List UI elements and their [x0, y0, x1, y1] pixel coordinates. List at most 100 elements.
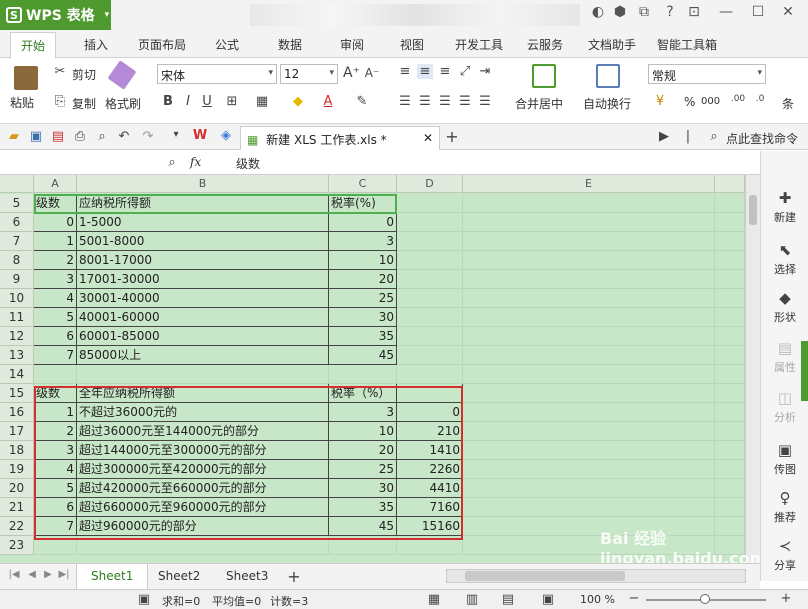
- cell-empty[interactable]: [463, 289, 715, 308]
- save-icon[interactable]: ▣: [28, 129, 44, 144]
- cell-c[interactable]: 20: [329, 270, 397, 289]
- row-header[interactable]: 21: [0, 498, 34, 517]
- row-header[interactable]: 7: [0, 232, 34, 251]
- bold-button[interactable]: B: [160, 94, 176, 109]
- side-select[interactable]: ⬉ 选择: [761, 241, 808, 277]
- column-header-c[interactable]: C: [329, 175, 397, 193]
- side-upload-image[interactable]: ▣ 传图: [761, 441, 808, 477]
- cell-empty[interactable]: [715, 422, 745, 441]
- share-icon[interactable]: ⧉: [634, 4, 654, 20]
- cell-c[interactable]: 25: [329, 289, 397, 308]
- skin-icon[interactable]: ◐: [588, 4, 608, 20]
- align-middle-icon[interactable]: ≡: [417, 64, 433, 79]
- prev-sheet-icon[interactable]: ◀: [24, 569, 40, 580]
- row-header[interactable]: 13: [0, 346, 34, 365]
- row-header[interactable]: 18: [0, 441, 34, 460]
- cut-button[interactable]: 剪切: [72, 66, 96, 83]
- close-icon[interactable]: ✕: [778, 4, 798, 20]
- cell-empty[interactable]: [463, 213, 715, 232]
- justify-icon[interactable]: ☰: [457, 94, 473, 109]
- cell-empty[interactable]: [463, 384, 715, 403]
- tab-review[interactable]: 审阅: [340, 36, 364, 53]
- number-format-select[interactable]: 常规 ▾: [648, 64, 766, 84]
- cell-empty[interactable]: [463, 365, 715, 384]
- row-header[interactable]: 19: [0, 460, 34, 479]
- side-new[interactable]: ✚ 新建: [761, 189, 808, 225]
- cell-b[interactable]: 1-5000: [77, 213, 329, 232]
- cell-empty[interactable]: [715, 403, 745, 422]
- cell-a[interactable]: 2: [34, 251, 77, 270]
- cell-d[interactable]: [397, 365, 463, 384]
- fill-color-icon[interactable]: ◆: [290, 94, 306, 109]
- wps-home-icon[interactable]: W: [192, 128, 208, 143]
- wrap-text-icon[interactable]: [596, 64, 620, 88]
- merge-center-button[interactable]: 合并居中: [515, 95, 563, 112]
- document-tab[interactable]: ▦ 新建 XLS 工作表.xls * ✕: [240, 126, 440, 150]
- tab-doc-assistant[interactable]: 文档助手: [588, 36, 636, 53]
- tab-cloud[interactable]: 云服务: [527, 36, 563, 53]
- cell-d[interactable]: [397, 346, 463, 365]
- panel-collapse-handle[interactable]: [801, 341, 808, 401]
- format-painter-button[interactable]: 格式刷: [105, 95, 141, 112]
- cell-a[interactable]: 0: [34, 213, 77, 232]
- thousand-separator-button[interactable]: 000: [701, 96, 720, 107]
- cell-empty[interactable]: [463, 194, 715, 213]
- distribute-icon[interactable]: ☰: [477, 94, 493, 109]
- slideshow-icon[interactable]: ▶: [656, 129, 672, 144]
- tab-page-layout[interactable]: 页面布局: [138, 36, 186, 53]
- row-header[interactable]: 10: [0, 289, 34, 308]
- conditional-format-button[interactable]: 条: [782, 95, 794, 112]
- row-header[interactable]: 20: [0, 479, 34, 498]
- paste-icon[interactable]: [14, 66, 38, 90]
- cell-c[interactable]: 35: [329, 327, 397, 346]
- cell-b[interactable]: 5001-8000: [77, 232, 329, 251]
- cell-d[interactable]: [397, 308, 463, 327]
- column-header-a[interactable]: A: [34, 175, 77, 193]
- italic-button[interactable]: I: [180, 94, 196, 109]
- cell-empty[interactable]: [715, 194, 745, 213]
- redo-icon[interactable]: ↷: [140, 129, 156, 144]
- sheet-tab-1[interactable]: Sheet1: [76, 564, 149, 589]
- zoom-in-icon[interactable]: +: [778, 591, 794, 606]
- tab-home[interactable]: 开始: [10, 32, 57, 59]
- cell-a[interactable]: 1: [34, 232, 77, 251]
- sheet-tab-3[interactable]: Sheet3: [212, 564, 282, 589]
- search-icon[interactable]: ⌕: [706, 129, 722, 144]
- font-name-select[interactable]: 宋体 ▾: [157, 64, 277, 84]
- find-command-input[interactable]: 点此查找命令: [726, 130, 798, 147]
- row-header[interactable]: 23: [0, 536, 34, 555]
- restore-ribbon-icon[interactable]: ⊡: [684, 4, 704, 20]
- cell-c[interactable]: 3: [329, 232, 397, 251]
- customize-dropdown-icon[interactable]: ▾: [168, 129, 184, 140]
- cell-d[interactable]: [397, 327, 463, 346]
- cell-empty[interactable]: [715, 346, 745, 365]
- align-right-icon[interactable]: ☰: [437, 94, 453, 109]
- zoom-slider[interactable]: [646, 594, 766, 604]
- paste-button[interactable]: 粘贴: [10, 94, 34, 111]
- row-header[interactable]: 22: [0, 517, 34, 536]
- cell-d[interactable]: [397, 213, 463, 232]
- cell-empty[interactable]: [715, 327, 745, 346]
- cell-empty[interactable]: [715, 365, 745, 384]
- format-painter-icon[interactable]: [107, 60, 137, 90]
- row-header[interactable]: 16: [0, 403, 34, 422]
- cell-empty[interactable]: [463, 251, 715, 270]
- cell-a[interactable]: 7: [34, 346, 77, 365]
- export-pdf-icon[interactable]: ▤: [50, 129, 66, 144]
- cell-d[interactable]: [397, 251, 463, 270]
- cell-d[interactable]: [397, 232, 463, 251]
- undo-icon[interactable]: ↶: [116, 129, 132, 144]
- cell-empty[interactable]: [463, 422, 715, 441]
- column-header-d[interactable]: D: [397, 175, 463, 193]
- horizontal-scrollbar-thumb[interactable]: [465, 571, 625, 581]
- cell-empty[interactable]: [463, 460, 715, 479]
- row-header[interactable]: 6: [0, 213, 34, 232]
- zoom-slider-thumb[interactable]: [700, 594, 710, 604]
- cell-empty[interactable]: [463, 308, 715, 327]
- cell-a[interactable]: 4: [34, 289, 77, 308]
- horizontal-scrollbar[interactable]: [446, 569, 746, 583]
- cell-empty[interactable]: [715, 441, 745, 460]
- align-top-icon[interactable]: ≡: [397, 64, 413, 79]
- font-grow-icon[interactable]: A⁺: [343, 65, 360, 81]
- cell-empty[interactable]: [463, 403, 715, 422]
